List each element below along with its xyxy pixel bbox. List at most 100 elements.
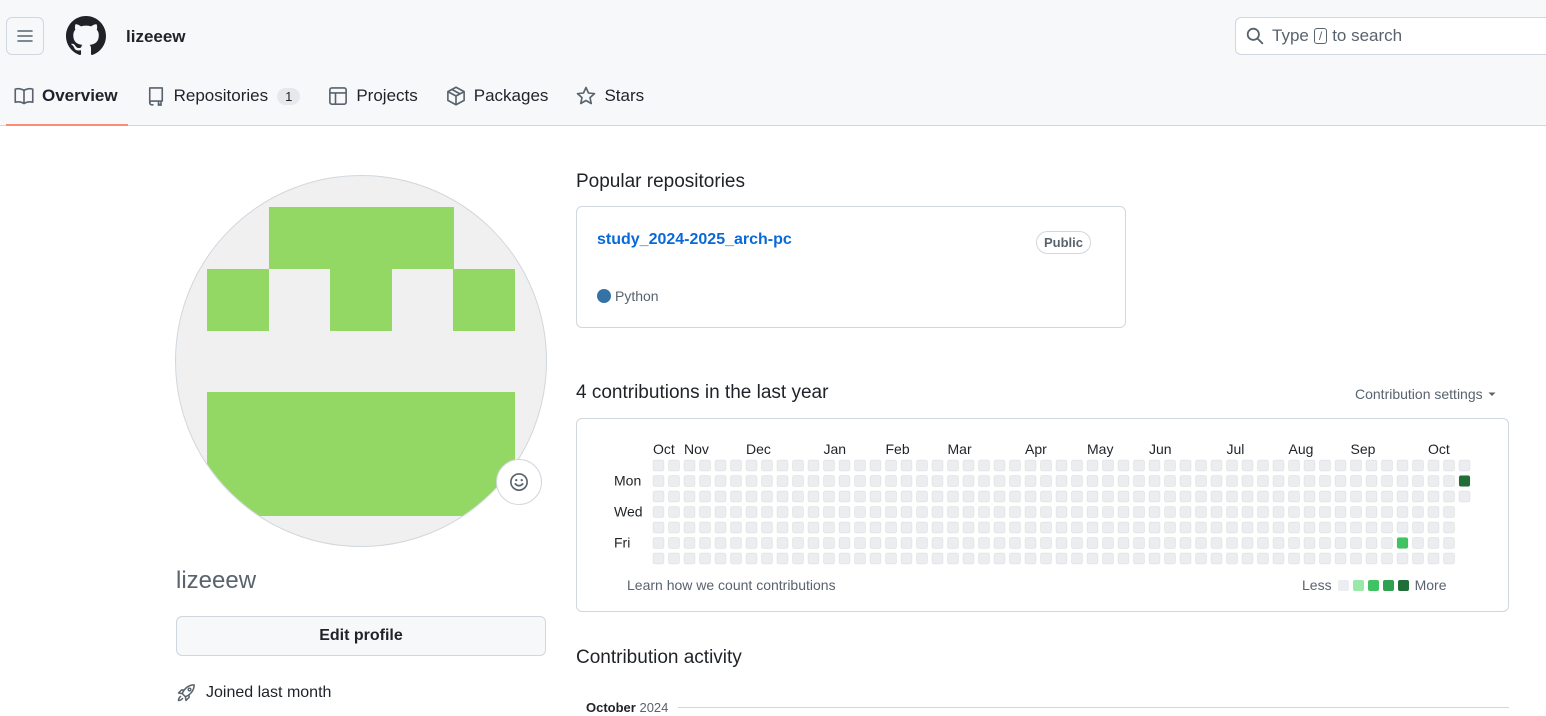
contribution-day[interactable] — [1272, 537, 1285, 549]
contribution-day[interactable] — [1427, 490, 1440, 503]
contribution-day[interactable] — [1319, 537, 1331, 549]
repo-link[interactable]: study_2024-2025_arch-pc — [597, 231, 792, 249]
contribution-day[interactable] — [1334, 506, 1347, 518]
contribution-day[interactable] — [1458, 490, 1471, 503]
contribution-day[interactable] — [1288, 475, 1300, 487]
contribution-day[interactable] — [1350, 490, 1362, 503]
contribution-day[interactable] — [1381, 521, 1393, 534]
contribution-day[interactable] — [947, 537, 959, 549]
contribution-day[interactable] — [1412, 459, 1424, 472]
contribution-day[interactable] — [838, 552, 851, 565]
contribution-day[interactable] — [1040, 475, 1052, 487]
contribution-day[interactable] — [807, 552, 820, 565]
contribution-day[interactable] — [1427, 475, 1440, 487]
contribution-day[interactable] — [1226, 506, 1238, 518]
contribution-day[interactable] — [838, 521, 851, 534]
tab-packages[interactable]: Packages — [436, 78, 559, 114]
contribution-day[interactable] — [1024, 552, 1037, 565]
contribution-day[interactable] — [1396, 506, 1409, 518]
contribution-day[interactable] — [1195, 490, 1207, 503]
contribution-day[interactable] — [1443, 475, 1455, 487]
contribution-day[interactable] — [823, 459, 835, 472]
header-username[interactable]: lizeeew — [126, 27, 186, 47]
contribution-day[interactable] — [1195, 537, 1207, 549]
contribution-day[interactable] — [730, 537, 742, 549]
contribution-day[interactable] — [1226, 521, 1238, 534]
contribution-day[interactable] — [1396, 552, 1409, 565]
contribution-day[interactable] — [1427, 552, 1440, 565]
contribution-day[interactable] — [668, 459, 680, 472]
contribution-day[interactable] — [854, 459, 866, 472]
contribution-day[interactable] — [885, 552, 897, 565]
contribution-day[interactable] — [885, 537, 897, 549]
contribution-day[interactable] — [854, 537, 866, 549]
contribution-day[interactable] — [699, 537, 711, 549]
contribution-day[interactable] — [1288, 521, 1300, 534]
contribution-day[interactable] — [1350, 552, 1362, 565]
contribution-day[interactable] — [761, 475, 773, 487]
contribution-day[interactable] — [993, 459, 1006, 472]
contribution-day[interactable] — [947, 459, 959, 472]
contribution-day[interactable] — [714, 521, 727, 534]
contribution-day[interactable] — [1024, 490, 1037, 503]
contribution-day[interactable] — [652, 459, 665, 472]
contribution-day[interactable] — [1071, 475, 1083, 487]
github-logo-icon[interactable] — [66, 16, 106, 56]
contribution-day[interactable] — [1009, 521, 1021, 534]
contribution-day[interactable] — [1288, 552, 1300, 565]
contribution-day[interactable] — [745, 506, 758, 518]
contribution-day[interactable] — [745, 475, 758, 487]
contribution-day[interactable] — [792, 475, 804, 487]
contribution-day[interactable] — [1117, 475, 1130, 487]
contribution-day[interactable] — [1040, 490, 1052, 503]
contribution-day[interactable] — [745, 537, 758, 549]
contribution-day[interactable] — [1071, 521, 1083, 534]
contribution-day[interactable] — [1319, 521, 1331, 534]
contribution-day[interactable] — [1055, 490, 1068, 503]
contribution-day[interactable] — [668, 490, 680, 503]
contribution-day[interactable] — [962, 475, 975, 487]
tab-projects[interactable]: Projects — [318, 78, 427, 114]
contribution-day[interactable] — [1179, 552, 1192, 565]
contribution-day[interactable] — [838, 490, 851, 503]
contribution-day[interactable] — [1024, 475, 1037, 487]
contribution-day[interactable] — [1381, 490, 1393, 503]
contribution-day[interactable] — [1164, 552, 1176, 565]
contribution-day[interactable] — [1272, 490, 1285, 503]
contribution-day[interactable] — [1350, 506, 1362, 518]
contribution-day[interactable] — [668, 521, 680, 534]
contribution-day[interactable] — [761, 552, 773, 565]
contribution-day[interactable] — [1288, 537, 1300, 549]
contribution-day[interactable] — [1117, 506, 1130, 518]
contribution-day[interactable] — [1334, 459, 1347, 472]
contribution-day[interactable] — [1179, 521, 1192, 534]
contribution-day[interactable] — [1319, 506, 1331, 518]
contribution-day[interactable] — [1195, 521, 1207, 534]
contribution-day[interactable] — [761, 521, 773, 534]
contribution-day[interactable] — [745, 552, 758, 565]
contribution-day[interactable] — [807, 521, 820, 534]
contribution-day[interactable] — [1226, 537, 1238, 549]
contribution-day[interactable] — [1257, 537, 1269, 549]
contribution-day[interactable] — [1319, 552, 1331, 565]
contribution-day[interactable] — [1319, 459, 1331, 472]
contribution-day[interactable] — [1303, 537, 1316, 549]
contribution-day[interactable] — [1412, 552, 1424, 565]
contribution-day[interactable] — [1148, 521, 1161, 534]
contribution-day[interactable] — [776, 459, 789, 472]
contribution-day[interactable] — [1164, 521, 1176, 534]
contribution-day[interactable] — [869, 552, 882, 565]
contribution-day[interactable] — [947, 490, 959, 503]
contribution-day[interactable] — [807, 537, 820, 549]
contribution-day[interactable] — [1086, 490, 1099, 503]
contribution-day[interactable] — [838, 475, 851, 487]
contribution-day[interactable] — [699, 459, 711, 472]
contribution-day[interactable] — [1071, 537, 1083, 549]
tab-overview[interactable]: Overview — [0, 78, 128, 126]
contribution-day[interactable] — [916, 552, 928, 565]
contribution-day[interactable] — [869, 521, 882, 534]
contribution-day[interactable] — [1427, 521, 1440, 534]
contribution-day[interactable] — [1365, 475, 1378, 487]
contribution-day[interactable] — [1226, 490, 1238, 503]
contribution-day[interactable] — [885, 490, 897, 503]
